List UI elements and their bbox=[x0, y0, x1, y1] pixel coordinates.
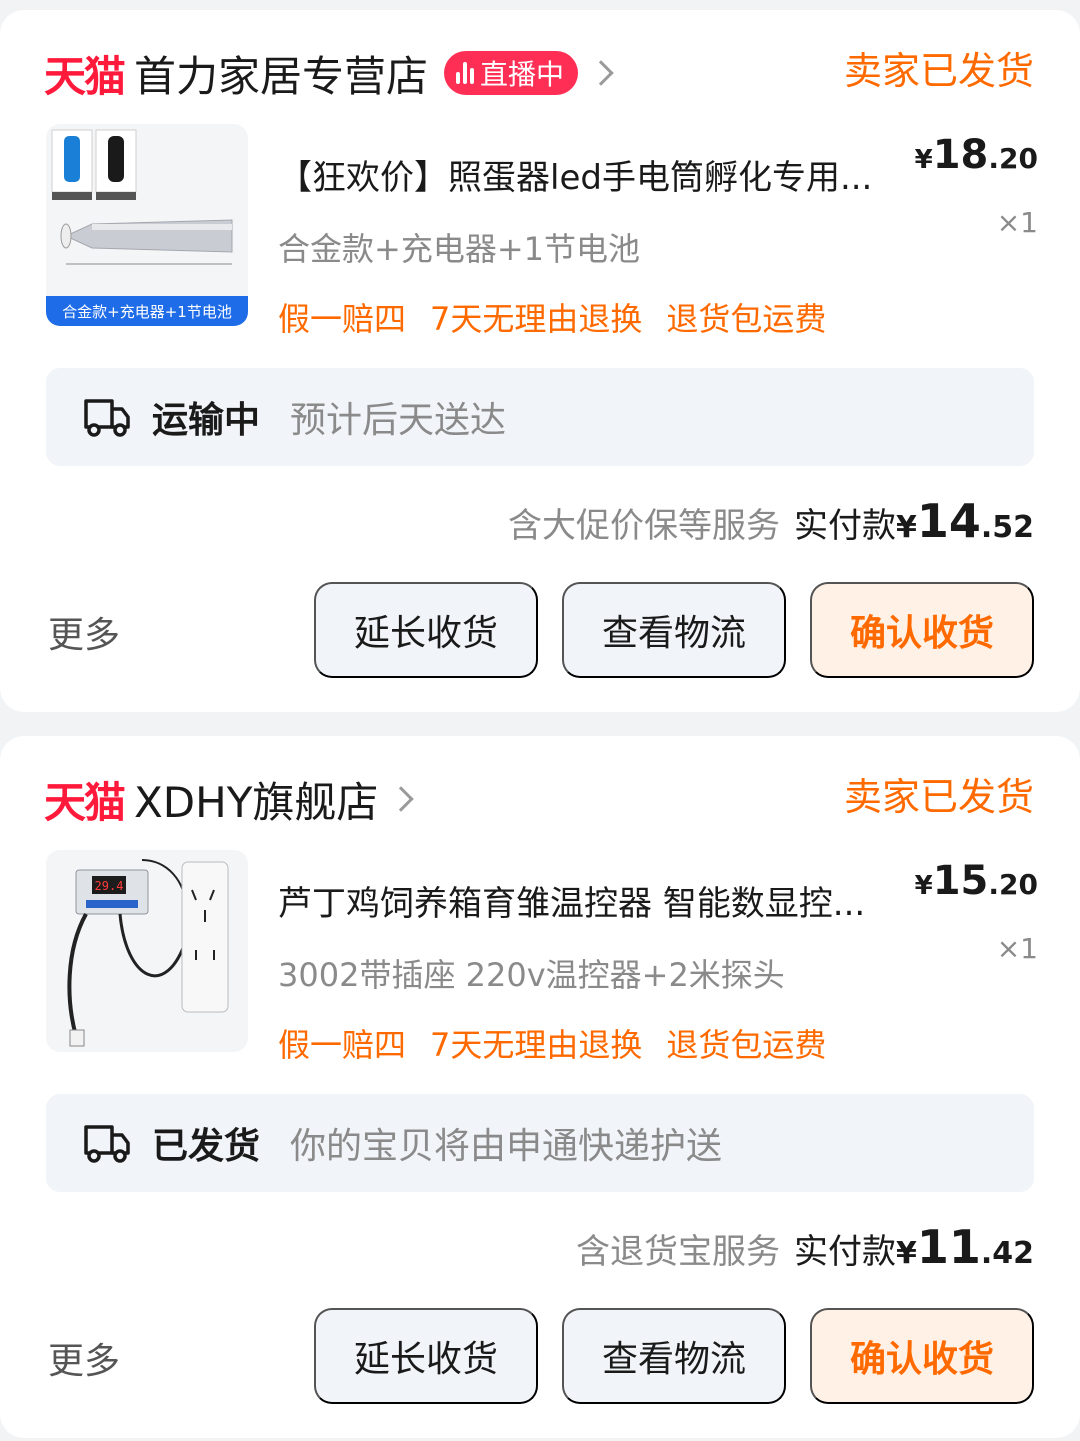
price-decimal: .20 bbox=[988, 868, 1038, 901]
shop-header[interactable]: 天猫 首力家居专营店 直播中 bbox=[44, 38, 614, 108]
view-logistics-button[interactable]: 查看物流 bbox=[562, 1308, 786, 1404]
order-card: 天猫 XDHY旗舰店 卖家已发货 29.4 芦丁鸡饲养箱育雏温控器 智能数显控.… bbox=[0, 736, 1080, 1438]
payment-summary: 含退货宝服务 实付款 ¥11.42 bbox=[576, 1220, 1034, 1274]
logistics-bar[interactable]: 已发货 你的宝贝将由申通快递护送 bbox=[46, 1094, 1034, 1192]
thumbnail-caption: 合金款+充电器+1节电池 bbox=[46, 296, 248, 326]
thermostat-image: 29.4 bbox=[67, 859, 229, 1047]
payment-amount: ¥14.52 bbox=[896, 494, 1034, 548]
payment-service-note: 含大促价保等服务 bbox=[507, 506, 780, 546]
payment-integer: 14 bbox=[916, 494, 981, 548]
order-card: 天猫 首力家居专营店 直播中 卖家已发货 合金款+充电器+1节电池 【狂欢价】照… bbox=[0, 10, 1080, 712]
tmall-logo: 天猫 bbox=[44, 51, 126, 101]
price-currency: ¥ bbox=[914, 145, 933, 175]
logistics-status: 已发货 bbox=[152, 1126, 261, 1167]
product-thumbnail[interactable]: 29.4 bbox=[46, 850, 248, 1052]
confirm-receipt-button[interactable]: 确认收货 bbox=[810, 1308, 1034, 1404]
price-integer: 15 bbox=[932, 858, 989, 904]
extend-receipt-button[interactable]: 延长收货 bbox=[314, 582, 538, 678]
price-decimal: .20 bbox=[988, 142, 1038, 175]
product-sku: 合金款+充电器+1节电池 bbox=[278, 230, 640, 268]
service-tags: 假一赔四 7天无理由退换 退货包运费 bbox=[278, 294, 826, 340]
payment-currency: ¥ bbox=[895, 1236, 917, 1271]
product-thumbnail[interactable]: 合金款+充电器+1节电池 bbox=[46, 124, 248, 326]
service-tag: 7天无理由退换 bbox=[430, 1026, 643, 1064]
service-tag: 假一赔四 bbox=[278, 300, 407, 338]
payment-amount: ¥11.42 bbox=[896, 1220, 1034, 1274]
shop-name[interactable]: XDHY旗舰店 bbox=[134, 769, 378, 830]
order-status: 卖家已发货 bbox=[843, 49, 1034, 93]
shop-name[interactable]: 首力家居专营店 bbox=[134, 43, 428, 104]
extend-receipt-button[interactable]: 延长收货 bbox=[314, 1308, 538, 1404]
logistics-description: 你的宝贝将由申通快递护送 bbox=[290, 1126, 723, 1167]
view-logistics-button[interactable]: 查看物流 bbox=[562, 582, 786, 678]
product-sku: 3002带插座 220v温控器+2米探头 bbox=[278, 956, 785, 994]
truck-icon bbox=[84, 399, 130, 437]
more-button[interactable]: 更多 bbox=[48, 1332, 120, 1384]
payment-decimal: .42 bbox=[980, 1236, 1034, 1271]
payment-decimal: .52 bbox=[980, 510, 1034, 545]
chevron-right-icon[interactable] bbox=[388, 786, 415, 812]
payment-summary: 含大促价保等服务 实付款 ¥14.52 bbox=[508, 494, 1034, 548]
product-title[interactable]: 芦丁鸡饲养箱育雏温控器 智能数显控... bbox=[278, 876, 918, 925]
payment-label: 实付款 bbox=[793, 506, 896, 546]
payment-integer: 11 bbox=[916, 1220, 981, 1274]
product-quantity: ×1 bbox=[996, 932, 1038, 965]
price-currency: ¥ bbox=[914, 871, 933, 901]
tmall-logo: 天猫 bbox=[44, 777, 126, 827]
thermostat-display: 29.4 bbox=[95, 879, 124, 893]
service-tag: 7天无理由退换 bbox=[430, 300, 643, 338]
shop-header[interactable]: 天猫 XDHY旗舰店 bbox=[44, 764, 415, 834]
confirm-receipt-button[interactable]: 确认收货 bbox=[810, 582, 1034, 678]
price-integer: 18 bbox=[932, 132, 989, 178]
live-bars-icon bbox=[456, 62, 475, 84]
live-badge-label: 直播中 bbox=[480, 58, 565, 91]
payment-currency: ¥ bbox=[895, 510, 917, 545]
product-price: ¥15.20 bbox=[915, 858, 1038, 904]
logistics-status: 运输中 bbox=[152, 400, 261, 441]
service-tag: 退货包运费 bbox=[666, 1026, 827, 1064]
product-title[interactable]: 【狂欢价】照蛋器led手电筒孵化专用... bbox=[278, 150, 918, 199]
order-status: 卖家已发货 bbox=[843, 775, 1034, 819]
truck-icon bbox=[84, 1125, 130, 1163]
live-badge[interactable]: 直播中 bbox=[444, 51, 579, 95]
more-button[interactable]: 更多 bbox=[48, 606, 120, 658]
service-tag: 退货包运费 bbox=[666, 300, 827, 338]
service-tags: 假一赔四 7天无理由退换 退货包运费 bbox=[278, 1020, 826, 1066]
product-price: ¥18.20 bbox=[915, 132, 1038, 178]
logistics-bar[interactable]: 运输中 预计后天送达 bbox=[46, 368, 1034, 466]
service-tag: 假一赔四 bbox=[278, 1026, 407, 1064]
chevron-right-icon[interactable] bbox=[588, 60, 614, 86]
payment-service-note: 含退货宝服务 bbox=[575, 1232, 780, 1272]
logistics-description: 预计后天送达 bbox=[290, 400, 507, 441]
payment-label: 实付款 bbox=[793, 1232, 896, 1272]
product-quantity: ×1 bbox=[996, 206, 1038, 239]
